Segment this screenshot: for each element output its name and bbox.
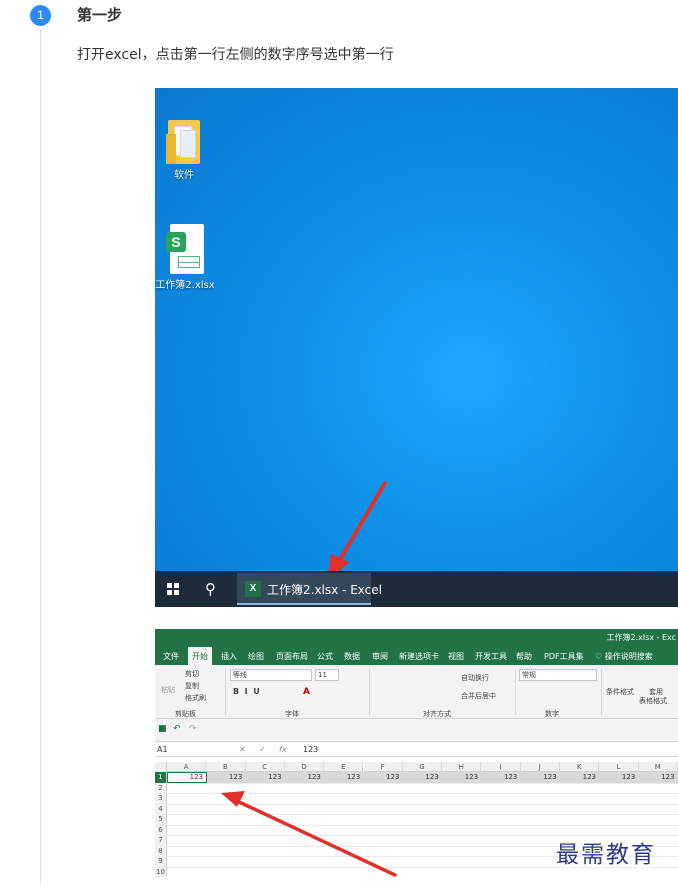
cell-row1[interactable]: 123: [364, 773, 399, 781]
taskbar-excel-app[interactable]: X 工作簿2.xlsx - Excel: [237, 573, 382, 605]
excel-icon: X: [245, 581, 261, 597]
cell-row1[interactable]: 123: [481, 773, 517, 781]
desktop-screenshot: 软件 S 工作簿2.xlsx ⚲ X 工作簿2.xlsx - Excel: [155, 88, 678, 607]
watermark: 最需教育: [556, 842, 656, 868]
step-title: 第一步: [77, 6, 123, 24]
taskbar: ⚲ X 工作簿2.xlsx - Excel: [155, 571, 678, 607]
excel-screenshot: 工作簿2.xlsx - Exc 文件 开始 插入 绘图 页面布局 公式 数据 审…: [155, 629, 678, 885]
timeline-line: [40, 30, 41, 885]
cell-row1[interactable]: 123: [167, 773, 203, 781]
cell-row1[interactable]: 123: [324, 773, 360, 781]
cell-row1[interactable]: 123: [639, 773, 674, 781]
cell-row1[interactable]: 123: [599, 773, 635, 781]
search-icon[interactable]: ⚲: [205, 580, 216, 598]
windows-start-icon[interactable]: [167, 583, 179, 595]
cell-row1[interactable]: 123: [206, 773, 242, 781]
step-description: 打开excel，点击第一行左侧的数字序号选中第一行: [77, 47, 394, 63]
cell-row1[interactable]: 123: [285, 773, 321, 781]
taskbar-app-label: 工作簿2.xlsx - Excel: [267, 583, 382, 597]
red-arrow-annotation: [327, 481, 387, 583]
cell-row1[interactable]: 123: [246, 773, 281, 781]
cell-row1[interactable]: 123: [442, 773, 478, 781]
cell-row1[interactable]: 123: [560, 773, 596, 781]
step-number-badge: 1: [30, 5, 51, 26]
cell-row1[interactable]: 123: [521, 773, 556, 781]
cell-row1[interactable]: 123: [403, 773, 438, 781]
